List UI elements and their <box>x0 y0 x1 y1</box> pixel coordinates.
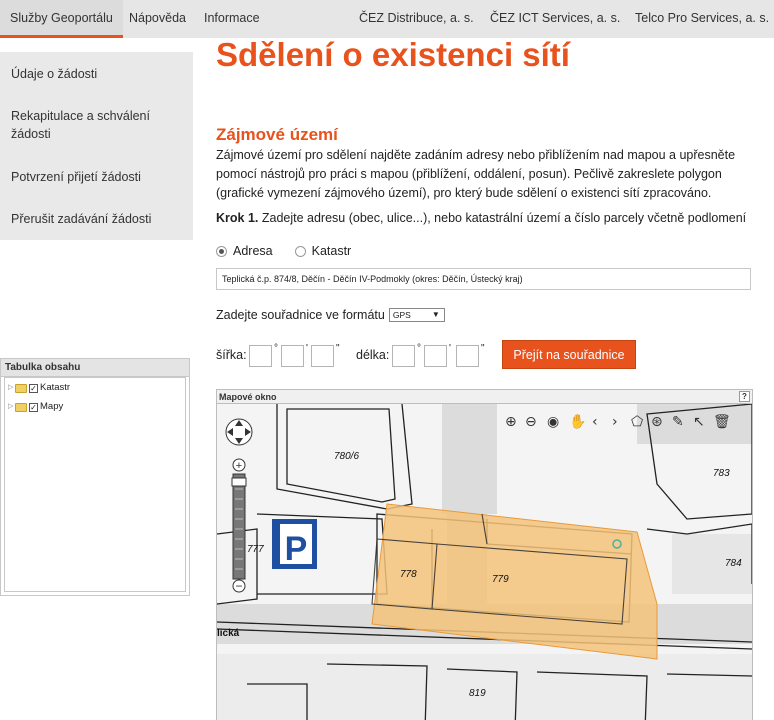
toc-title: Tabulka obsahu <box>1 359 189 377</box>
degree-symbol: ° <box>417 343 421 354</box>
street-label: lická <box>217 628 240 639</box>
globe-icon[interactable]: ◉ <box>547 414 559 430</box>
parcel-label: 777 <box>247 544 264 555</box>
pan-hand-icon[interactable]: ✋ <box>569 413 586 430</box>
parcel-label: 779 <box>492 574 509 585</box>
nav-napoveda[interactable]: Nápověda <box>129 0 186 38</box>
address-input[interactable]: Teplická č.p. 874/8, Děčín - Děčín IV-Po… <box>216 268 751 290</box>
checkbox-checked-icon[interactable]: ✓ <box>29 402 38 412</box>
top-navigation: Služby Geoportálu Nápověda Informace ČEZ… <box>0 0 774 38</box>
toc-node-label: Mapy <box>40 401 64 412</box>
zoom-to-polygon-icon[interactable]: ⊛ <box>651 414 663 430</box>
latitude-seconds-input[interactable] <box>311 345 334 367</box>
edit-pencil-icon[interactable]: ✎ <box>672 414 684 430</box>
expand-arrow-icon[interactable]: ▷ <box>8 400 15 414</box>
parcel-label: 780/6 <box>334 451 359 462</box>
draw-polygon-icon[interactable]: ⬠ <box>631 414 643 430</box>
sidebar-item-rekapitulace[interactable]: Rekapitulace a schválení žádosti <box>11 107 161 143</box>
toc-node-label: Katastr <box>40 382 71 393</box>
step-instruction: Krok 1. Zadejte adresu (obec, ulice...),… <box>216 211 746 225</box>
svg-text:+: + <box>236 460 242 472</box>
nav-informace[interactable]: Informace <box>204 0 260 38</box>
radio-cadastre[interactable] <box>294 245 306 257</box>
radio-cadastre-label[interactable]: Katastr <box>312 244 352 258</box>
parcel-label: 778 <box>400 569 417 580</box>
nav-telco-pro-services[interactable]: Telco Pro Services, a. s. <box>635 0 769 38</box>
second-symbol: " <box>481 343 485 354</box>
nav-cez-ict-services[interactable]: ČEZ ICT Services, a. s. <box>490 0 620 38</box>
folder-icon <box>15 402 27 412</box>
radio-address[interactable] <box>216 245 227 257</box>
longitude-seconds-input[interactable] <box>456 345 479 367</box>
next-extent-icon[interactable]: › <box>612 414 618 430</box>
sidebar-item-udaje-o-zadosti[interactable]: Údaje o žádosti <box>11 65 181 83</box>
minute-symbol: ' <box>449 343 451 354</box>
select-cursor-icon[interactable]: ↖ <box>693 414 705 430</box>
map-window-header: Mapové okno ? <box>217 390 752 404</box>
folder-icon <box>15 383 27 393</box>
sidebar: Údaje o žádosti Rekapitulace a schválení… <box>0 52 193 240</box>
nav-sluzby-geoportalu[interactable]: Služby Geoportálu <box>0 0 123 38</box>
expand-arrow-icon[interactable]: ▷ <box>8 381 15 395</box>
minute-symbol: ' <box>306 343 308 354</box>
svg-text:−: − <box>235 579 242 593</box>
search-mode-radio-group: Adresa Katastr <box>216 244 351 258</box>
zoom-in-icon[interactable]: ⊕ <box>505 414 517 430</box>
zoom-slider[interactable]: + − <box>231 458 247 593</box>
nav-cez-distribuce[interactable]: ČEZ Distribuce, a. s. <box>359 0 474 38</box>
coordinate-format-value: GPS <box>392 310 411 320</box>
parcel-label: 784 <box>725 558 742 569</box>
radio-address-label[interactable]: Adresa <box>233 244 273 258</box>
latitude-label: šířka: <box>216 348 247 362</box>
delete-trash-icon[interactable]: 🗑 <box>713 414 731 430</box>
longitude-degrees-input[interactable] <box>392 345 415 367</box>
sidebar-item-prerusit[interactable]: Přerušit zadávání žádosti <box>11 210 181 228</box>
page-title: Sdělení o existenci sítí <box>216 36 570 73</box>
parking-sign-icon: P <box>272 519 317 569</box>
toc-node-katastr[interactable]: ▷ ✓ Katastr <box>8 381 70 395</box>
step-label: Krok 1. <box>216 211 259 225</box>
toc-tree: ▷ ✓ Katastr ▷ ✓ Mapy <box>4 377 186 592</box>
sidebar-item-potvrzeni[interactable]: Potvrzení přijetí žádosti <box>11 168 181 186</box>
svg-text:P: P <box>285 530 308 568</box>
goto-coordinates-button[interactable]: Přejít na souřadnice <box>502 340 636 369</box>
second-symbol: " <box>336 343 340 354</box>
latitude-minutes-input[interactable] <box>281 345 304 367</box>
help-icon[interactable]: ? <box>739 391 750 402</box>
map-canvas[interactable]: P 780/6 777 778 779 783 784 819 lická + <box>217 404 752 720</box>
step-text: Zadejte adresu (obec, ulice...), nebo ka… <box>258 211 747 225</box>
zoom-out-icon[interactable]: ⊖ <box>525 414 537 430</box>
toc-node-mapy[interactable]: ▷ ✓ Mapy <box>8 400 63 414</box>
degree-symbol: ° <box>274 343 278 354</box>
coordinate-format-row: Zadejte souřadnice ve formátu GPS ▼ <box>216 308 445 322</box>
longitude-minutes-input[interactable] <box>424 345 447 367</box>
pan-control-icon[interactable] <box>225 418 253 446</box>
coordinate-format-select[interactable]: GPS ▼ <box>388 308 445 322</box>
map-window: Mapové okno ? P 780/6 777 778 779 783 78… <box>216 389 753 720</box>
checkbox-checked-icon[interactable]: ✓ <box>29 383 38 393</box>
map-window-title: Mapové okno <box>219 392 277 402</box>
section-title: Zájmové území <box>216 125 338 144</box>
section-description: Zájmové území pro sdělení najděte zadání… <box>216 148 736 200</box>
dropdown-arrow-icon: ▼ <box>431 310 440 319</box>
coordinate-format-label: Zadejte souřadnice ve formátu <box>216 308 385 322</box>
previous-extent-icon[interactable]: ‹ <box>592 414 598 430</box>
table-of-contents-panel: Tabulka obsahu ▷ ✓ Katastr ▷ ✓ Mapy <box>0 358 190 596</box>
parcel-label: 819 <box>469 688 486 699</box>
latitude-degrees-input[interactable] <box>249 345 272 367</box>
parcel-label: 783 <box>713 468 730 479</box>
longitude-label: délka: <box>356 348 390 362</box>
